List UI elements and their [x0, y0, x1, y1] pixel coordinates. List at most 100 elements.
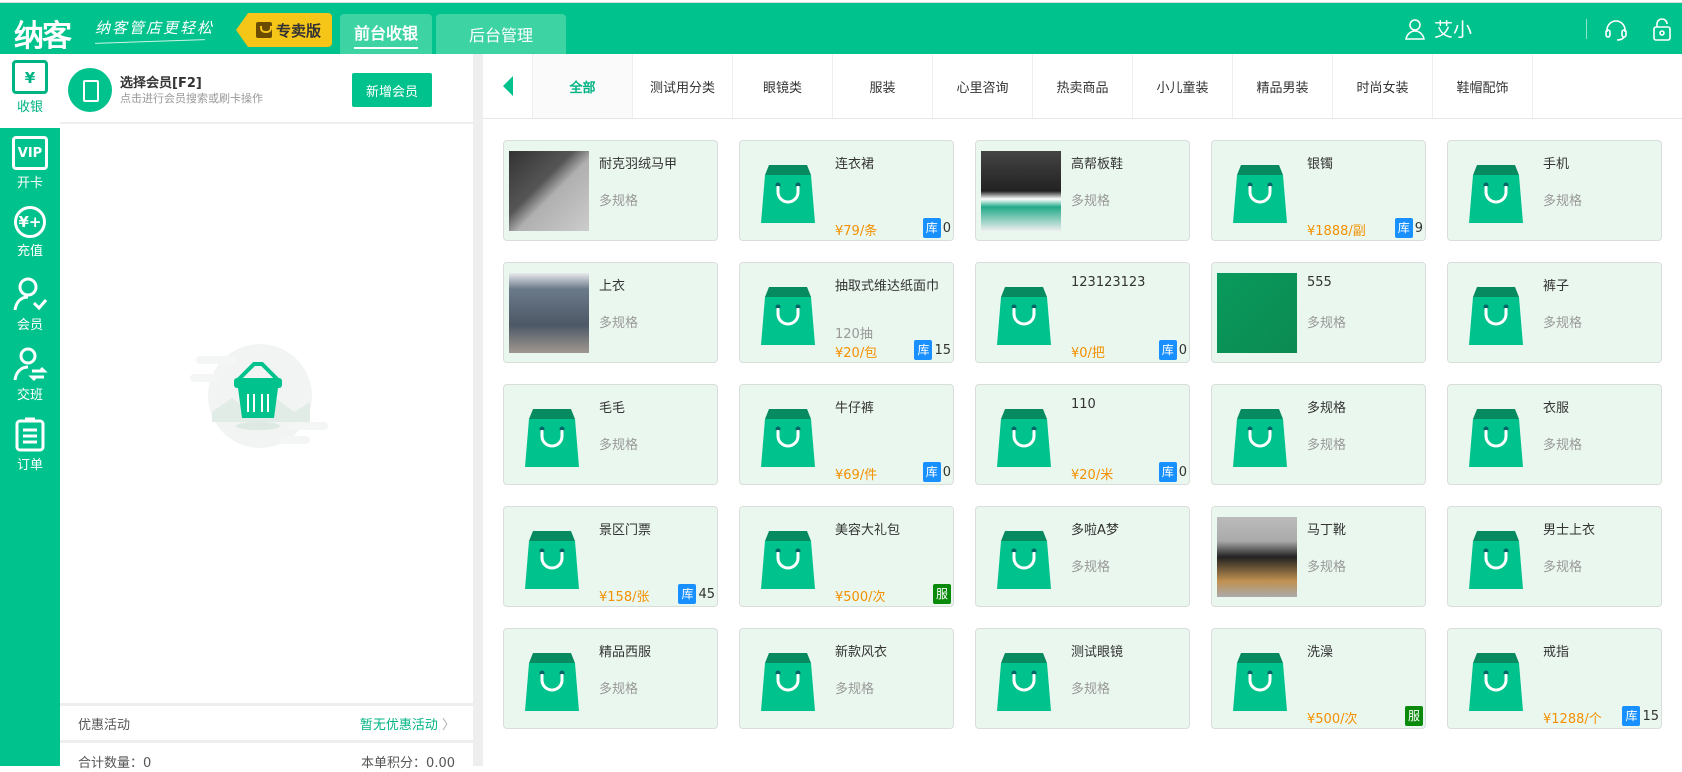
product-card[interactable]: 银镯 ¥1888/副 库 9: [1211, 140, 1426, 241]
product-card[interactable]: 戒指 ¥1288/个 库 15: [1447, 628, 1662, 729]
product-spec: 多规格: [1307, 438, 1347, 453]
product-card[interactable]: 裤子 多规格: [1447, 262, 1662, 363]
product-name: 美容大礼包: [835, 523, 901, 538]
total-quantity: 合计数量：0: [78, 756, 152, 771]
product-name: 110: [1071, 397, 1096, 412]
product-card[interactable]: 耐克羽绒马甲 多规格: [503, 140, 718, 241]
product-card[interactable]: 上衣 多规格: [503, 262, 718, 363]
tab-label: 前台收银: [353, 20, 418, 49]
member-selector[interactable]: 选择会员[F2] 点击进行会员搜索或刷卡操作 新增会员: [60, 54, 473, 124]
product-card[interactable]: 多规格 多规格: [1211, 384, 1426, 485]
category-tab[interactable]: 精品男装: [1233, 54, 1333, 118]
product-image: [981, 151, 1061, 231]
category-tab[interactable]: 眼镜类: [733, 54, 833, 118]
sidebar-item-member[interactable]: 会员: [0, 270, 60, 340]
product-name: 连衣裙: [835, 157, 875, 172]
category-tab[interactable]: 热卖商品: [1033, 54, 1133, 118]
tab-front-cashier[interactable]: 前台收银: [340, 14, 432, 54]
add-member-button[interactable]: 新增会员: [352, 73, 432, 107]
product-card[interactable]: 马丁靴 多规格: [1211, 506, 1426, 607]
sidebar-item-open-card[interactable]: VIP 开卡: [0, 130, 60, 200]
shopping-bag-icon: [997, 287, 1051, 345]
category-tab[interactable]: 心里咨询: [933, 54, 1033, 118]
user-menu[interactable]: 艾小: [1404, 15, 1472, 42]
promotion-row[interactable]: 优惠活动 暂无优惠活动 〉: [60, 703, 473, 743]
product-name: 牛仔裤: [835, 401, 875, 416]
category-tab[interactable]: 服装: [833, 54, 933, 118]
product-price: ¥1288/个: [1543, 712, 1602, 727]
category-tab[interactable]: 全部: [533, 54, 633, 118]
sidebar-item-cashier[interactable]: ¥ 收银: [0, 54, 60, 128]
member-title: 选择会员[F2]: [120, 76, 202, 91]
product-name: 景区门票: [599, 523, 652, 538]
product-card[interactable]: 新款风衣 多规格: [739, 628, 954, 729]
shopping-bag-icon: [1469, 653, 1523, 711]
lock-icon[interactable]: [1653, 17, 1671, 41]
sidebar-item-recharge[interactable]: ¥+ 充值: [0, 200, 60, 270]
product-card[interactable]: 123123123 ¥0/把 库 0: [975, 262, 1190, 363]
tab-backend-management[interactable]: 后台管理: [436, 14, 566, 54]
stock-count: 0: [942, 464, 951, 480]
sidebar-item-label: 会员: [16, 318, 43, 333]
logo: 纳客: [14, 19, 72, 54]
edition-tag: 专卖版: [236, 13, 332, 47]
stock-count: 9: [1414, 220, 1423, 236]
product-card[interactable]: 男士上衣 多规格: [1447, 506, 1662, 607]
member-icon: [13, 277, 48, 311]
sidebar-item-orders[interactable]: 订单: [0, 410, 60, 480]
product-spec: 多规格: [835, 682, 875, 697]
product-name: 洗澡: [1307, 645, 1334, 660]
stock-count: 0: [942, 220, 951, 236]
stock-info: 库0: [1158, 340, 1187, 360]
product-card[interactable]: 景区门票 ¥158/张 库 45: [503, 506, 718, 607]
shopping-bag-icon: [761, 409, 815, 467]
promotion-value: 暂无优惠活动: [359, 717, 438, 733]
product-card[interactable]: 测试眼镜 多规格: [975, 628, 1190, 729]
product-price: ¥500/次: [1307, 712, 1358, 727]
product-image: [1217, 517, 1297, 597]
product-card[interactable]: 美容大礼包 ¥500/次 服: [739, 506, 954, 607]
sidebar-item-shift[interactable]: 交班: [0, 340, 60, 410]
product-card[interactable]: 110 ¥20/米 库 0: [975, 384, 1190, 485]
member-card-icon: [68, 68, 112, 112]
product-name: 耐克羽绒马甲: [599, 157, 678, 172]
product-card[interactable]: 毛毛 多规格: [503, 384, 718, 485]
product-card[interactable]: 精品西服 多规格: [503, 628, 718, 729]
stock-info: 库 15: [914, 340, 951, 360]
product-card[interactable]: 高帮板鞋 多规格: [975, 140, 1190, 241]
product-card[interactable]: 牛仔裤 ¥69/件 库 0: [739, 384, 954, 485]
product-spec: 多规格: [1543, 438, 1583, 453]
shopping-bag-icon: [1469, 531, 1523, 589]
product-card[interactable]: 衣服 多规格: [1447, 384, 1662, 485]
product-card[interactable]: 洗澡 ¥500/次 服: [1211, 628, 1426, 729]
header-divider: [1586, 19, 1587, 39]
category-tab[interactable]: 小儿童装: [1133, 54, 1233, 118]
order-summary: 合计数量：0 本单积分：0.00: [60, 752, 473, 772]
category-tab[interactable]: 鞋帽配饰: [1433, 54, 1533, 118]
product-card[interactable]: 555 多规格: [1211, 262, 1426, 363]
product-spec: 多规格: [599, 438, 639, 453]
product-name: 毛毛: [599, 401, 626, 416]
product-name: 高帮板鞋: [1071, 157, 1124, 172]
product-card[interactable]: 多啦A梦 多规格: [975, 506, 1190, 607]
category-prev-arrow-icon[interactable]: [483, 54, 533, 118]
stock-info: 库9: [1394, 218, 1423, 238]
shopping-bag-icon: [1469, 165, 1523, 223]
product-name: 上衣: [599, 279, 626, 294]
product-card[interactable]: 抽取式维达纸面巾 120抽 ¥20/包 库 15: [739, 262, 954, 363]
category-tab[interactable]: 测试用分类: [633, 54, 733, 118]
product-card[interactable]: 连衣裙 ¥79/条 库 0: [739, 140, 954, 241]
headset-icon[interactable]: [1604, 19, 1628, 41]
empty-basket-icon: [190, 344, 328, 448]
sidebar-item-label: 收银: [16, 100, 43, 115]
product-spec: 多规格: [1071, 194, 1111, 209]
product-card[interactable]: 手机 多规格: [1447, 140, 1662, 241]
chevron-right-icon: 〉: [441, 717, 455, 733]
category-tab[interactable]: 时尚女装: [1333, 54, 1433, 118]
product-image: [509, 273, 589, 353]
stock-info: 库0: [1158, 462, 1187, 482]
user-name: 艾小: [1433, 19, 1472, 41]
shopping-bag-icon: [997, 409, 1051, 467]
panel-splitter[interactable]: [473, 54, 483, 766]
product-name: 手机: [1543, 157, 1570, 172]
